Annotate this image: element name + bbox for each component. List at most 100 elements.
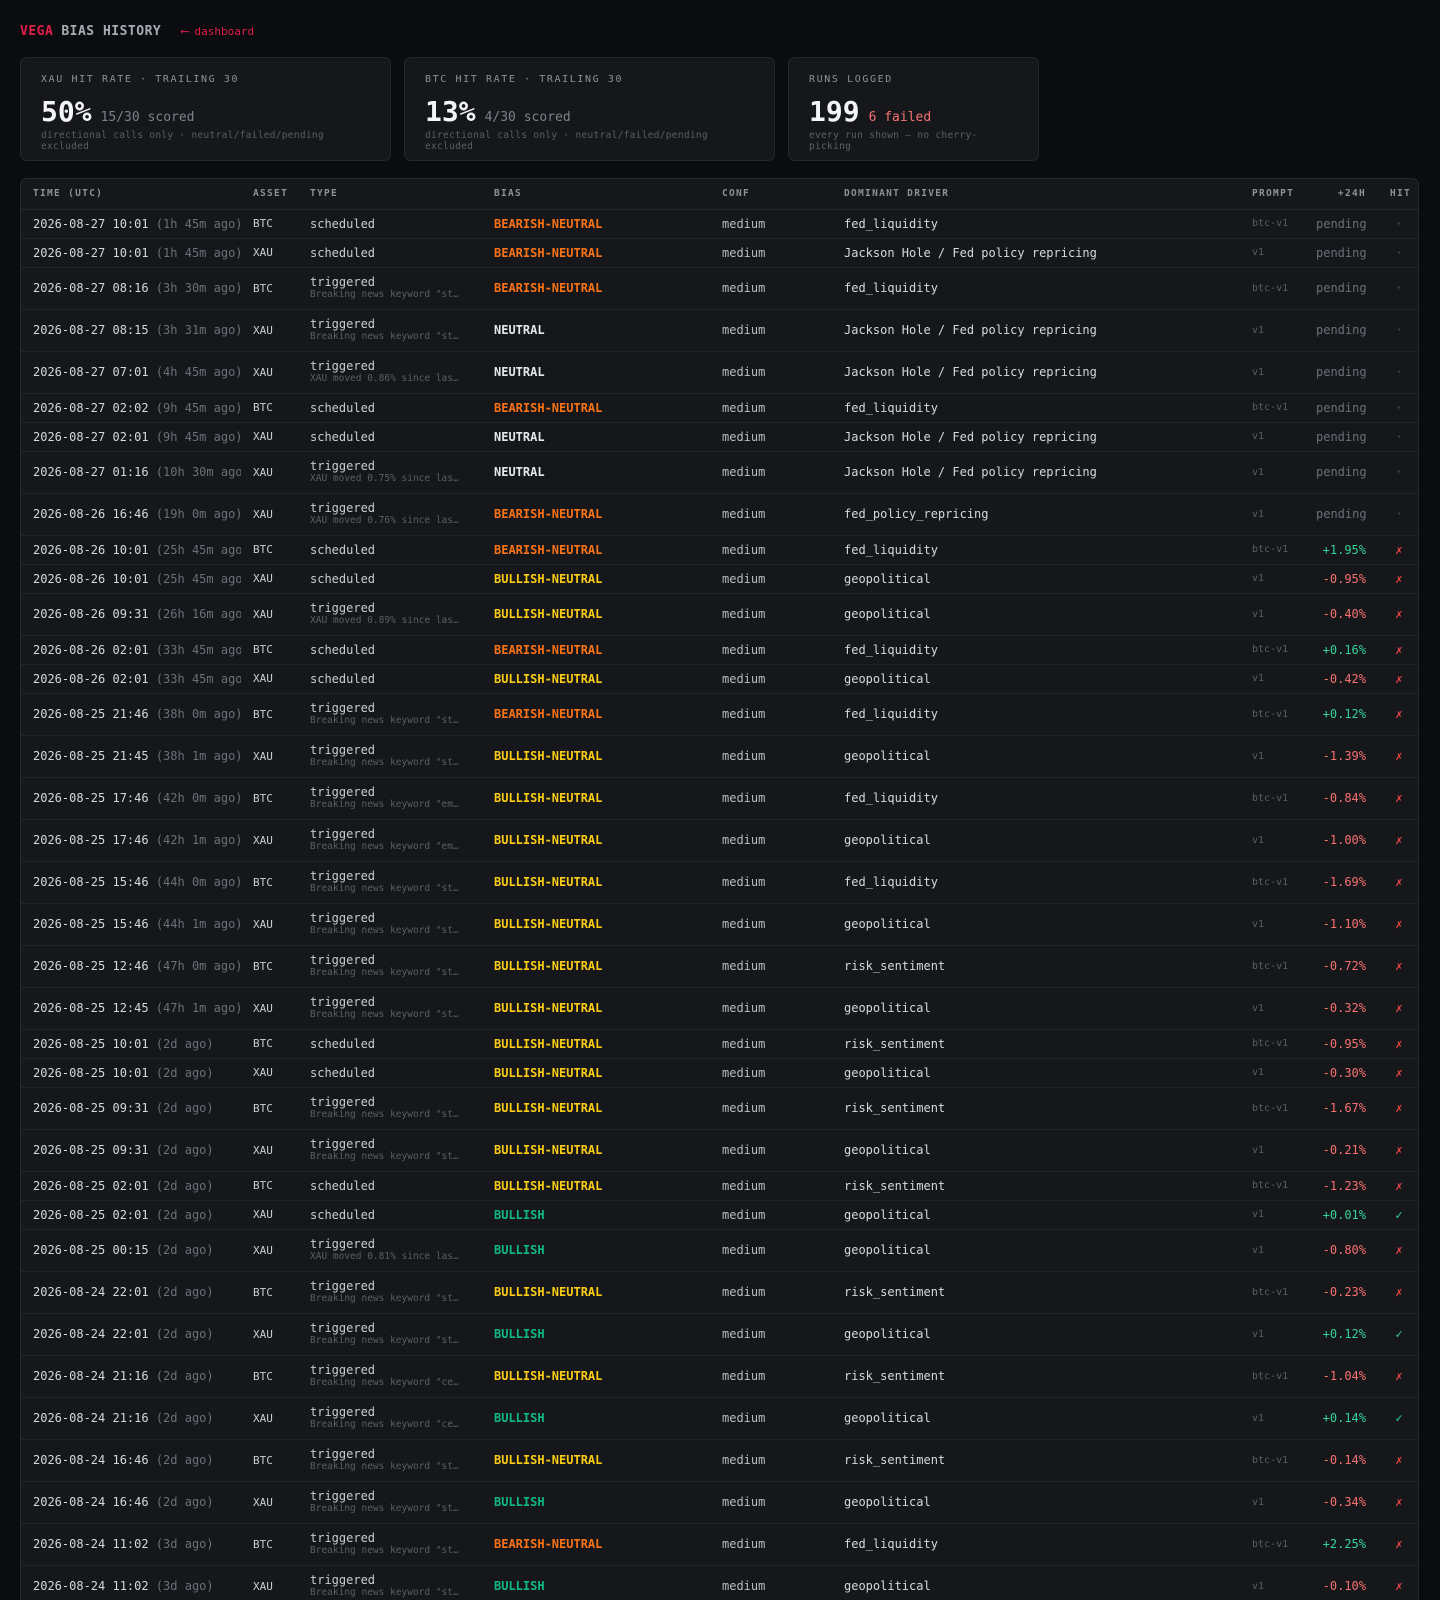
conf-cell: medium — [710, 903, 832, 946]
hit-icon: ✓ — [1378, 1200, 1418, 1230]
relative-time: (38h 1m ago) — [155, 749, 241, 763]
relative-time: (10h 30m ago) — [155, 465, 241, 479]
bias-cell: BULLISH-NEUTRAL — [482, 1439, 710, 1482]
time-cell: 2026-08-27 10:01 (1h 45m ago) — [21, 209, 241, 239]
arrow-left-icon: ⟵ — [181, 24, 189, 38]
type-cell: triggered Breaking news keyword "st… — [298, 693, 482, 736]
asset-cell: XAU — [241, 351, 298, 394]
asset-cell: BTC — [241, 635, 298, 665]
bias-cell: BULLISH-NEUTRAL — [482, 945, 710, 988]
run-type: scheduled — [310, 429, 376, 444]
table-row: 2026-08-26 09:31 (26h 16m ago) XAU trigger… — [21, 593, 1418, 636]
card-foot: every run shown — no cherry-picking — [809, 130, 978, 152]
driver-cell: risk_sentiment — [832, 1087, 1240, 1130]
run-type: scheduled — [310, 1036, 376, 1051]
table-row: 2026-08-25 02:01 (2d ago) BTC scheduled BUL… — [21, 1171, 1418, 1201]
bias-cell: BULLISH-NEUTRAL — [482, 1058, 710, 1088]
type-cell: triggered Breaking news keyword "ce… — [298, 1397, 482, 1440]
driver-cell: geopolitical — [832, 735, 1240, 778]
bias-cell: BEARISH-NEUTRAL — [482, 238, 710, 268]
run-type: scheduled — [310, 542, 376, 557]
timestamp: 2026-08-24 16:46 — [33, 1453, 149, 1467]
run-type: triggered — [310, 995, 376, 1009]
prompt-cell: v1 — [1240, 819, 1304, 862]
relative-time: (2d ago) — [155, 1101, 214, 1115]
prompt-cell: btc-v1 — [1240, 861, 1304, 904]
table-row: 2026-08-24 22:01 (2d ago) XAU triggered Bre… — [21, 1313, 1418, 1356]
relative-time: (44h 0m ago) — [155, 875, 241, 889]
type-cell: scheduled — [298, 1058, 482, 1088]
change-cell: -0.23% — [1304, 1271, 1378, 1314]
asset-cell: BTC — [241, 1171, 298, 1201]
timestamp: 2026-08-26 16:46 — [33, 507, 149, 521]
table-row: 2026-08-27 08:15 (3h 31m ago) XAU triggere… — [21, 309, 1418, 352]
table-row: 2026-08-26 16:46 (19h 0m ago) XAU triggere… — [21, 493, 1418, 536]
driver-cell: Jackson Hole / Fed policy repricing — [832, 422, 1240, 452]
asset-cell: XAU — [241, 1058, 298, 1088]
driver-cell: Jackson Hole / Fed policy repricing — [832, 451, 1240, 494]
relative-time: (2d ago) — [155, 1411, 214, 1425]
asset-cell: BTC — [241, 1029, 298, 1059]
hit-icon: ✗ — [1378, 1355, 1418, 1398]
relative-time: (3d ago) — [155, 1537, 214, 1551]
hit-icon: ✓ — [1378, 1313, 1418, 1356]
run-type: triggered — [310, 459, 376, 473]
timestamp: 2026-08-26 09:31 — [33, 607, 149, 621]
time-cell: 2026-08-25 17:46 (42h 0m ago) — [21, 777, 241, 820]
hit-icon: ✗ — [1378, 1229, 1418, 1272]
timestamp: 2026-08-25 10:01 — [33, 1065, 149, 1080]
run-type: triggered — [310, 1237, 376, 1251]
change-cell: -1.23% — [1304, 1171, 1378, 1201]
timestamp: 2026-08-25 09:31 — [33, 1101, 149, 1115]
timestamp: 2026-08-25 09:31 — [33, 1143, 149, 1157]
prompt-cell: btc-v1 — [1240, 1355, 1304, 1398]
relative-time: (2d ago) — [155, 1243, 214, 1257]
time-cell: 2026-08-25 02:01 (2d ago) — [21, 1171, 241, 1201]
trigger-detail: XAU moved 0.75% since las… — [310, 473, 459, 484]
bias-cell: BEARISH-NEUTRAL — [482, 267, 710, 310]
conf-cell: medium — [710, 1565, 832, 1600]
change-cell: -0.84% — [1304, 777, 1378, 820]
table-row: 2026-08-24 21:16 (2d ago) XAU triggered Bre… — [21, 1397, 1418, 1440]
prompt-cell: v1 — [1240, 351, 1304, 394]
prompt-cell: btc-v1 — [1240, 693, 1304, 736]
time-cell: 2026-08-27 08:15 (3h 31m ago) — [21, 309, 241, 352]
card-value: 50% — [41, 95, 92, 128]
bias-cell: BEARISH-NEUTRAL — [482, 393, 710, 423]
type-cell: scheduled — [298, 393, 482, 423]
asset-cell: XAU — [241, 1565, 298, 1600]
asset-cell: XAU — [241, 493, 298, 536]
trigger-detail: XAU moved 0.76% since las… — [310, 515, 459, 526]
timestamp: 2026-08-27 10:01 — [33, 216, 149, 231]
change-cell: +0.16% — [1304, 635, 1378, 665]
bias-cell: BEARISH-NEUTRAL — [482, 493, 710, 536]
trigger-detail: XAU moved 0.86% since las… — [310, 373, 459, 384]
back-to-dashboard-link[interactable]: ⟵ dashboard — [181, 24, 254, 38]
bias-cell: NEUTRAL — [482, 451, 710, 494]
prompt-cell: btc-v1 — [1240, 1087, 1304, 1130]
change-cell: -1.39% — [1304, 735, 1378, 778]
asset-cell: BTC — [241, 777, 298, 820]
driver-cell: risk_sentiment — [832, 1439, 1240, 1482]
type-cell: triggered Breaking news keyword "st… — [298, 1481, 482, 1524]
bias-cell: BULLISH-NEUTRAL — [482, 593, 710, 636]
time-cell: 2026-08-27 02:02 (9h 45m ago) — [21, 393, 241, 423]
timestamp: 2026-08-25 10:01 — [33, 1036, 149, 1051]
time-cell: 2026-08-27 08:16 (3h 30m ago) — [21, 267, 241, 310]
time-cell: 2026-08-24 21:16 (2d ago) — [21, 1355, 241, 1398]
type-cell: triggered Breaking news keyword "st… — [298, 945, 482, 988]
time-cell: 2026-08-26 02:01 (33h 45m ago) — [21, 635, 241, 665]
run-type: triggered — [310, 317, 376, 331]
run-type: scheduled — [310, 1065, 376, 1080]
asset-cell: XAU — [241, 309, 298, 352]
asset-cell: BTC — [241, 1087, 298, 1130]
bias-cell: BULLISH-NEUTRAL — [482, 1087, 710, 1130]
driver-cell: geopolitical — [832, 987, 1240, 1030]
bias-cell: NEUTRAL — [482, 422, 710, 452]
type-cell: triggered Breaking news keyword "st… — [298, 1523, 482, 1566]
timestamp: 2026-08-25 15:46 — [33, 875, 149, 889]
driver-cell: geopolitical — [832, 1058, 1240, 1088]
driver-cell: risk_sentiment — [832, 1171, 1240, 1201]
time-cell: 2026-08-25 10:01 (2d ago) — [21, 1029, 241, 1059]
table-row: 2026-08-25 17:46 (42h 0m ago) BTC triggere… — [21, 777, 1418, 820]
